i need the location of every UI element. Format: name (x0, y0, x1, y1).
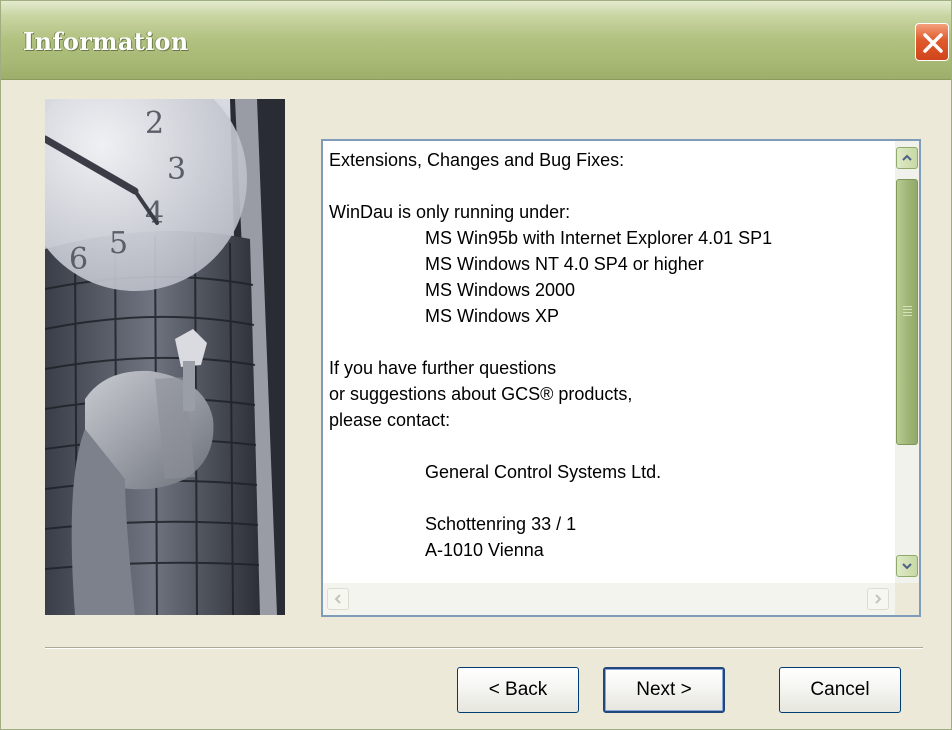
cancel-button[interactable]: Cancel (779, 667, 901, 713)
text-line: please contact: (329, 410, 451, 430)
separator (45, 647, 923, 649)
clock-numeral: 3 (167, 152, 186, 187)
clock-numeral: 5 (109, 226, 128, 261)
scroll-up-button[interactable] (896, 147, 918, 169)
text-line: Extensions, Changes and Bug Fixes: (329, 150, 625, 170)
text-line: MS Windows XP (425, 306, 560, 326)
window-title: Information (23, 27, 189, 56)
text-line: MS Win95b with Internet Explorer 4.01 SP… (425, 228, 773, 248)
clock-numeral: 2 (145, 106, 164, 141)
clock-numeral: 4 (145, 196, 164, 231)
arrow-down-icon (902, 563, 912, 570)
text-line: or suggestions about GCS® products, (329, 384, 633, 404)
info-text: Extensions, Changes and Bug Fixes: WinDa… (325, 143, 895, 583)
scroll-left-button[interactable] (327, 588, 349, 610)
info-text-panel[interactable]: Extensions, Changes and Bug Fixes: WinDa… (321, 139, 921, 617)
arrow-left-icon (334, 594, 341, 604)
text-line: Schottenring 33 / 1 (425, 514, 577, 534)
next-button[interactable]: Next > (603, 667, 725, 713)
clock-numeral: 6 (69, 242, 88, 277)
scrollbar-corner (895, 583, 919, 615)
back-button[interactable]: < Back (457, 667, 579, 713)
vertical-scrollbar[interactable] (895, 141, 919, 583)
text-line: WinDau is only running under: (329, 202, 571, 222)
text-line: A-1010 Vienna (425, 540, 544, 560)
scroll-down-button[interactable] (896, 555, 918, 577)
side-illustration: 2 3 4 5 6 (45, 99, 285, 615)
close-button[interactable] (915, 23, 949, 61)
text-line: MS Windows NT 4.0 SP4 or higher (425, 254, 704, 274)
text-line: General Control Systems Ltd. (425, 462, 662, 482)
close-x-icon (923, 33, 943, 53)
title-bar[interactable]: Information (1, 1, 951, 80)
arrow-up-icon (902, 154, 912, 161)
information-dialog: Information 2 3 4 5 6 Extensions, Change… (0, 0, 952, 730)
vertical-scroll-thumb[interactable] (896, 179, 918, 445)
text-line: MS Windows 2000 (425, 280, 576, 300)
scroll-right-button[interactable] (867, 588, 889, 610)
arrow-right-icon (875, 594, 882, 604)
horizontal-scrollbar[interactable] (323, 583, 895, 615)
text-line: If you have further questions (329, 358, 557, 378)
